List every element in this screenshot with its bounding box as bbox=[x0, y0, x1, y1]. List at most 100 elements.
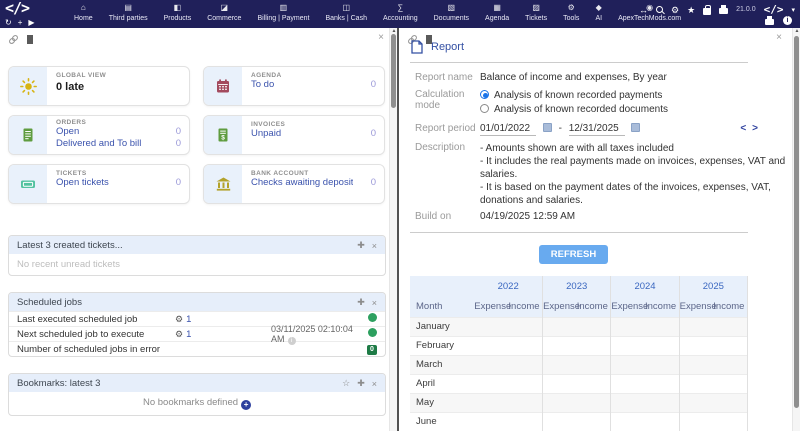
job-count[interactable]: 1 bbox=[186, 329, 191, 340]
info-icon[interactable]: i bbox=[288, 337, 296, 345]
info-icon[interactable]: i bbox=[783, 16, 792, 25]
radio-label[interactable]: Analysis of known recorded payments bbox=[494, 90, 662, 101]
print-page-icon[interactable] bbox=[765, 19, 774, 25]
income-expense-table: 2022 2023 2024 2025 Month Expense Income… bbox=[410, 276, 748, 431]
bank-checks-link[interactable]: Checks awaiting deposit bbox=[251, 177, 353, 189]
expense-header: Expense bbox=[679, 297, 713, 317]
next-job-datetime: 03/11/2025 02:10:04 AM bbox=[271, 324, 353, 344]
refresh-button[interactable]: REFRESH bbox=[539, 245, 608, 264]
report-name-value: Balance of income and expenses, By year bbox=[480, 72, 800, 83]
menu-item-ai[interactable]: ◆AI bbox=[587, 3, 610, 23]
scrollbar-thumb[interactable] bbox=[794, 36, 799, 408]
link-icon[interactable] bbox=[8, 34, 19, 45]
cell bbox=[611, 393, 645, 412]
section-title: Scheduled jobs bbox=[17, 297, 350, 308]
year-link[interactable]: 2022 bbox=[474, 276, 542, 297]
tickets-open-link[interactable]: Open tickets bbox=[56, 177, 109, 189]
svg-text:$: $ bbox=[221, 135, 225, 142]
logo-text[interactable]: </> bbox=[5, 1, 35, 16]
widget-agenda[interactable]: AGENDA To do0 bbox=[203, 66, 385, 106]
widget-bank-account[interactable]: BANK ACCOUNT Checks awaiting deposit0 bbox=[203, 164, 385, 204]
radio-payments[interactable] bbox=[480, 90, 489, 99]
table-row: April bbox=[410, 374, 748, 393]
cell bbox=[543, 336, 577, 355]
add-bookmark-icon[interactable]: + bbox=[241, 400, 251, 410]
menu-item-documents[interactable]: ▧Documents bbox=[426, 3, 477, 23]
widget-tickets[interactable]: TICKETS Open tickets0 bbox=[8, 164, 190, 204]
ticket-icon bbox=[9, 165, 47, 203]
menu-item-banks[interactable]: ◫Banks | Cash bbox=[317, 3, 375, 23]
panel-divider[interactable] bbox=[397, 28, 399, 431]
description-line: - Amounts shown are with all taxes inclu… bbox=[480, 142, 800, 155]
scroll-up-icon[interactable]: ▲ bbox=[793, 28, 800, 35]
cell bbox=[645, 317, 679, 336]
field-label: Description bbox=[415, 142, 480, 207]
description-line: - It is based on the payment dates of th… bbox=[480, 181, 800, 207]
right-scrollbar[interactable]: ▲ bbox=[792, 28, 800, 431]
todo-count: 0 bbox=[371, 79, 376, 91]
sun-icon bbox=[9, 67, 47, 105]
orders-open-link[interactable]: Open bbox=[56, 126, 79, 138]
widget-global-view[interactable]: GLOBAL VIEW 0 late bbox=[8, 66, 190, 106]
left-scrollbar[interactable]: ▲ bbox=[389, 28, 397, 431]
calendar-picker-icon[interactable] bbox=[543, 123, 552, 132]
calendar-picker-icon[interactable] bbox=[631, 123, 640, 132]
close-icon[interactable]: × bbox=[372, 241, 377, 251]
move-icon[interactable]: ✚ bbox=[357, 297, 365, 308]
prev-period-icon[interactable]: < bbox=[740, 123, 752, 134]
radio-label[interactable]: Analysis of known recorded documents bbox=[494, 104, 668, 115]
user-logo-icon[interactable]: </> bbox=[764, 3, 784, 16]
search-icon[interactable] bbox=[656, 6, 663, 13]
dashboard-pane: × GLOBAL VIEW 0 late AGENDA To do0 bbox=[0, 28, 397, 431]
close-icon[interactable]: × bbox=[372, 379, 377, 389]
shop-bag-icon[interactable] bbox=[703, 8, 711, 15]
menu-item-third-parties[interactable]: ▤Third parties bbox=[101, 3, 156, 23]
print-icon[interactable] bbox=[719, 8, 728, 14]
table-row: March bbox=[410, 355, 748, 374]
year-link[interactable]: 2024 bbox=[611, 276, 679, 297]
bookmark-star-icon[interactable]: ★ bbox=[687, 5, 695, 15]
menu-item-billing[interactable]: ▥Billing | Payment bbox=[249, 3, 317, 23]
refresh-icon[interactable]: ↻ bbox=[5, 18, 12, 27]
menu-item-accounting[interactable]: ∑Accounting bbox=[375, 3, 426, 23]
todo-link[interactable]: To do bbox=[251, 79, 274, 91]
close-pane-icon[interactable]: × bbox=[378, 32, 384, 43]
pane-handle-icon[interactable] bbox=[27, 35, 33, 44]
status-ok-dot bbox=[368, 328, 377, 337]
widget-invoices[interactable]: $ INVOICES Unpaid0 bbox=[203, 115, 385, 155]
menu-item-tools[interactable]: ⚙Tools bbox=[555, 3, 587, 23]
month-label: January bbox=[410, 317, 474, 336]
menu-item-commerce[interactable]: ◪Commerce bbox=[199, 3, 249, 23]
menu-item-tickets[interactable]: ▨Tickets bbox=[517, 3, 555, 23]
close-pane-icon[interactable]: × bbox=[776, 32, 782, 43]
cogs-icon: ⚙ bbox=[175, 329, 183, 339]
menu-item-agenda[interactable]: ▦Agenda bbox=[477, 3, 517, 23]
expand-icon[interactable]: ↔ bbox=[639, 5, 648, 15]
cell bbox=[679, 317, 713, 336]
chevron-down-icon[interactable]: ▾ bbox=[791, 6, 795, 14]
orders-delivered-link[interactable]: Delivered and To bill bbox=[56, 138, 141, 150]
add-icon[interactable]: + bbox=[18, 18, 23, 27]
invoices-unpaid-link[interactable]: Unpaid bbox=[251, 128, 281, 140]
star-icon[interactable]: ☆ bbox=[342, 378, 350, 389]
billing-icon: ▥ bbox=[280, 3, 288, 12]
year-link[interactable]: 2023 bbox=[543, 276, 611, 297]
radio-documents[interactable] bbox=[480, 104, 489, 113]
move-icon[interactable]: ✚ bbox=[357, 240, 365, 251]
play-icon[interactable]: ▶ bbox=[28, 18, 34, 27]
period-from-input[interactable] bbox=[480, 123, 536, 136]
widget-orders[interactable]: ORDERS Open0 Delivered and To bill0 bbox=[8, 115, 190, 155]
scrollbar-thumb[interactable] bbox=[391, 34, 396, 108]
job-count[interactable]: 1 bbox=[186, 314, 191, 325]
year-link[interactable]: 2025 bbox=[679, 276, 747, 297]
cell bbox=[611, 412, 645, 431]
report-doc-icon bbox=[411, 40, 423, 54]
next-period-icon[interactable]: > bbox=[752, 123, 764, 134]
close-icon[interactable]: × bbox=[372, 298, 377, 308]
menu-item-home[interactable]: ⌂Home bbox=[66, 3, 101, 23]
cell bbox=[508, 374, 542, 393]
menu-item-products[interactable]: ◧Products bbox=[156, 3, 200, 23]
gear-icon[interactable]: ⚙ bbox=[671, 5, 679, 15]
move-icon[interactable]: ✚ bbox=[357, 378, 365, 389]
period-to-input[interactable] bbox=[569, 123, 625, 136]
